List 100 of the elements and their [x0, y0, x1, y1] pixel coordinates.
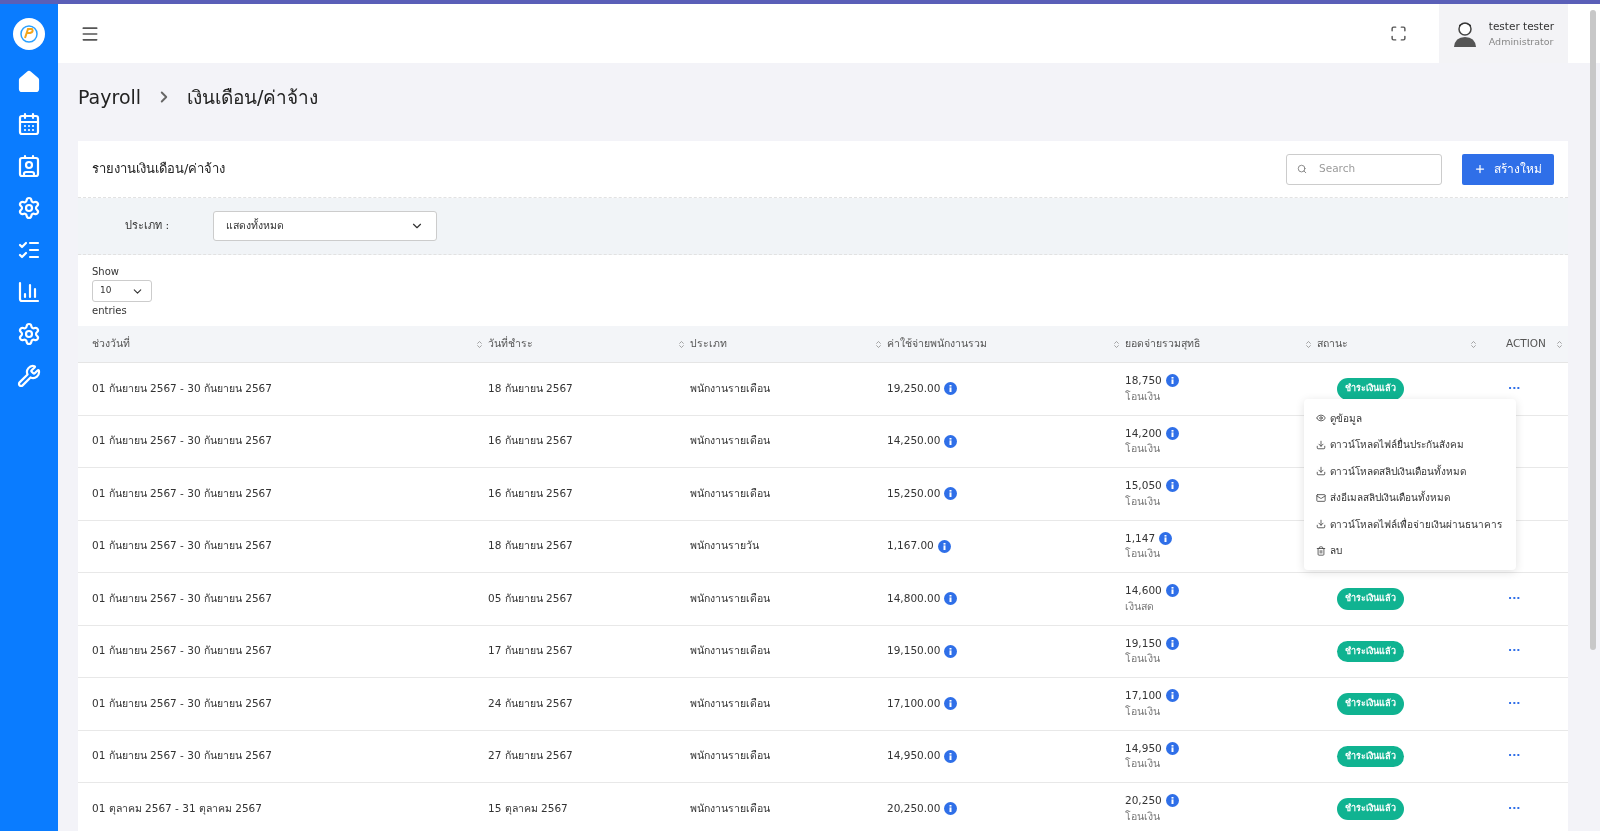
- table-cell-text: พนักงานรายเดือน: [690, 800, 771, 816]
- table-cell-text: 1,147: [1125, 530, 1156, 546]
- table-cell-text: 01 ตุลาคม 2567 - 31 ตุลาคม 2567: [91, 800, 263, 817]
- info-icon[interactable]: [944, 434, 958, 448]
- card-title: รายงานเงินเดือน/ค่าจ้าง: [92, 160, 227, 179]
- table-cell-text: 01 กันยายน 2567 - 30 กันยายน 2567: [91, 643, 273, 659]
- status-badge: ชำระเงินแล้ว: [1337, 588, 1404, 610]
- info-icon[interactable]: [1165, 689, 1179, 703]
- menu-item[interactable]: ลบ: [1316, 537, 1504, 564]
- info-icon[interactable]: [944, 697, 958, 711]
- table-cell-text: 14,950: [1125, 740, 1162, 756]
- table-cell-text: 14,600: [1125, 583, 1162, 598]
- payment-method: โอนเงิน: [1125, 388, 1160, 404]
- more-button[interactable]: ···: [1508, 380, 1521, 397]
- info-icon[interactable]: [937, 539, 951, 553]
- menu-item[interactable]: ส่งอีเมลสลิปเงินเดือนทั้งหมด: [1316, 484, 1504, 511]
- info-icon[interactable]: [1165, 636, 1179, 650]
- column-header[interactable]: ยอดจ่ายรวมสุทธิ: [1125, 336, 1317, 352]
- info-icon[interactable]: [1165, 426, 1179, 440]
- info-icon[interactable]: [1165, 374, 1179, 388]
- table-cell-text: 01 กันยายน 2567 - 30 กันยายน 2567: [91, 538, 273, 554]
- download-icon: [1316, 466, 1326, 477]
- table-cell-text: 15,250.00: [887, 485, 941, 501]
- more-button[interactable]: ···: [1508, 800, 1521, 817]
- more-button[interactable]: ···: [1508, 748, 1521, 765]
- payment-method: โอนเงิน: [1125, 703, 1160, 719]
- entries-label: entries: [92, 304, 127, 318]
- info-icon[interactable]: [944, 592, 958, 606]
- table-cell-text: 14,800.00: [887, 590, 941, 606]
- info-icon[interactable]: [944, 382, 958, 396]
- table-cell-text: 18 กันยายน 2567: [488, 380, 574, 396]
- wrench-icon[interactable]: [17, 364, 41, 388]
- bar-chart-icon[interactable]: [17, 280, 41, 304]
- page-size-select[interactable]: 10: [92, 280, 152, 302]
- type-select[interactable]: แสดงทั้งหมด: [213, 211, 437, 241]
- logo-icon[interactable]: [13, 18, 45, 50]
- table-cell-text: 18,750: [1125, 373, 1162, 388]
- table-cell-text: 01 กันยายน 2567 - 30 กันยายน 2567: [91, 695, 273, 711]
- column-header[interactable]: ACTION: [1482, 336, 1568, 352]
- more-button[interactable]: ···: [1508, 643, 1521, 660]
- table-cell-text: พนักงานรายเดือน: [690, 748, 771, 764]
- payment-method: โอนเงิน: [1125, 546, 1160, 562]
- info-icon[interactable]: [944, 802, 958, 816]
- menu-item[interactable]: ดูข้อมูล: [1316, 405, 1504, 432]
- page-title: เงินเดือน/ค่าจ้าง: [187, 84, 319, 110]
- table-cell-text: 20,250.00: [887, 800, 941, 816]
- table-cell-text: 17,100.00: [887, 695, 941, 711]
- payment-method: โอนเงิน: [1125, 756, 1160, 772]
- table-cell-text: 01 กันยายน 2567 - 30 กันยายน 2567: [91, 380, 273, 396]
- table-cell-text: 16 กันยายน 2567: [488, 485, 574, 501]
- info-icon[interactable]: [944, 487, 958, 501]
- info-icon[interactable]: [1165, 741, 1179, 755]
- menu-item[interactable]: ดาวน์โหลดไฟล์เพื่อจ่ายเงินผ่านธนาคาร: [1316, 511, 1504, 538]
- download-icon: [1316, 519, 1326, 530]
- column-header[interactable]: วันที่ชำระ: [488, 336, 690, 352]
- table-cell-text: พนักงานรายเดือน: [690, 380, 771, 396]
- show-label: Show: [92, 265, 119, 279]
- table-cell-text: 01 กันยายน 2567 - 30 กันยายน 2567: [91, 485, 273, 501]
- column-header[interactable]: สถานะ: [1317, 336, 1482, 352]
- table-cell-text: 15 ตุลาคม 2567: [488, 800, 569, 817]
- search-input[interactable]: Search: [1319, 161, 1431, 177]
- gear-icon[interactable]: [17, 196, 41, 220]
- column-header[interactable]: ช่วงวันที่: [78, 336, 488, 352]
- info-icon[interactable]: [944, 749, 958, 763]
- trash-icon: [1316, 545, 1326, 556]
- payment-method: โอนเงิน: [1125, 651, 1160, 667]
- calendar-icon[interactable]: [17, 112, 41, 136]
- info-icon[interactable]: [1165, 584, 1179, 598]
- create-button[interactable]: สร้างใหม่: [1462, 153, 1554, 185]
- menu-item[interactable]: ดาวน์โหลดสลิปเงินเดือนทั้งหมด: [1316, 458, 1504, 485]
- column-header[interactable]: ประเภท: [690, 336, 887, 352]
- more-button[interactable]: ···: [1508, 695, 1521, 712]
- info-icon[interactable]: [1159, 531, 1173, 545]
- home-icon[interactable]: [17, 70, 41, 94]
- settings-icon[interactable]: [17, 322, 41, 346]
- menu-item[interactable]: ดาวน์โหลดไฟล์ยื่นประกันสังคม: [1316, 431, 1504, 458]
- info-icon[interactable]: [944, 644, 958, 658]
- status-badge: ชำระเงินแล้ว: [1337, 745, 1404, 767]
- contact-card-icon[interactable]: [17, 154, 41, 178]
- table-cell-text: 14,200: [1125, 425, 1162, 441]
- info-icon[interactable]: [1165, 794, 1179, 808]
- table-cell-text: 05 กันยายน 2567: [488, 590, 574, 606]
- filter-label: ประเภท :: [125, 217, 171, 234]
- status-badge: ชำระเงินแล้ว: [1337, 378, 1404, 400]
- column-header[interactable]: ค่าใช้จ่ายพนักงานรวม: [887, 336, 1125, 352]
- table-cell-text: พนักงานรายเดือน: [690, 643, 771, 659]
- table-cell-text: 19,150: [1125, 635, 1162, 651]
- table-cell-text: พนักงานรายเดือน: [690, 433, 771, 449]
- user-panel[interactable]: tester tester Administrator: [1438, 4, 1568, 63]
- mail-icon: [1316, 492, 1326, 503]
- download-icon: [1316, 439, 1326, 450]
- breadcrumb-link[interactable]: Payroll: [78, 82, 142, 112]
- table-cell-text: 14,950.00: [887, 748, 941, 764]
- user-role: Administrator: [1488, 34, 1554, 49]
- more-button[interactable]: ···: [1508, 590, 1521, 607]
- search-field[interactable]: Search: [1286, 153, 1442, 185]
- table-cell-text: 20,250: [1125, 793, 1162, 808]
- info-icon[interactable]: [1165, 479, 1179, 493]
- fullscreen-icon[interactable]: [1389, 25, 1407, 42]
- table-cell-text: พนักงานรายเดือน: [690, 590, 771, 606]
